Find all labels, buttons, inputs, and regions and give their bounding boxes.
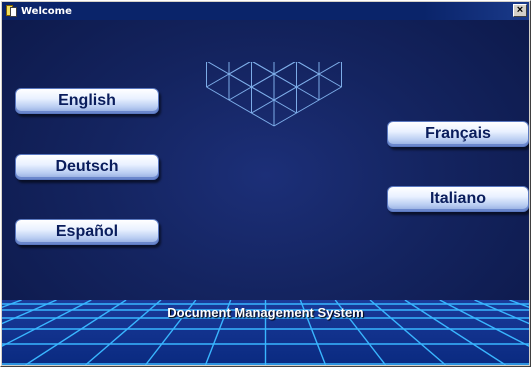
cube-edge (206, 86, 275, 127)
product-name-label: Document Management System (167, 305, 364, 320)
cube-edge (206, 62, 251, 88)
francais-button[interactable]: Français (387, 121, 529, 147)
welcome-window: Welcome × Document Management System Eng… (0, 0, 531, 367)
cube-edge (251, 62, 296, 88)
espanol-button[interactable]: Español (15, 219, 159, 245)
cube-edge (273, 86, 342, 127)
english-button[interactable]: English (15, 88, 159, 114)
app-icon (5, 4, 19, 18)
window-title: Welcome (21, 5, 72, 17)
cube-edge (251, 73, 320, 114)
splash-canvas: Document Management System English Deuts… (2, 20, 529, 365)
title-bar[interactable]: Welcome × (2, 2, 529, 20)
deutsch-button[interactable]: Deutsch (15, 154, 159, 180)
wireframe-cube-graphic (206, 62, 342, 127)
close-button[interactable]: × (513, 4, 527, 17)
cube-edge (297, 62, 342, 88)
cube-edge (252, 62, 297, 88)
italiano-button[interactable]: Italiano (387, 186, 529, 212)
